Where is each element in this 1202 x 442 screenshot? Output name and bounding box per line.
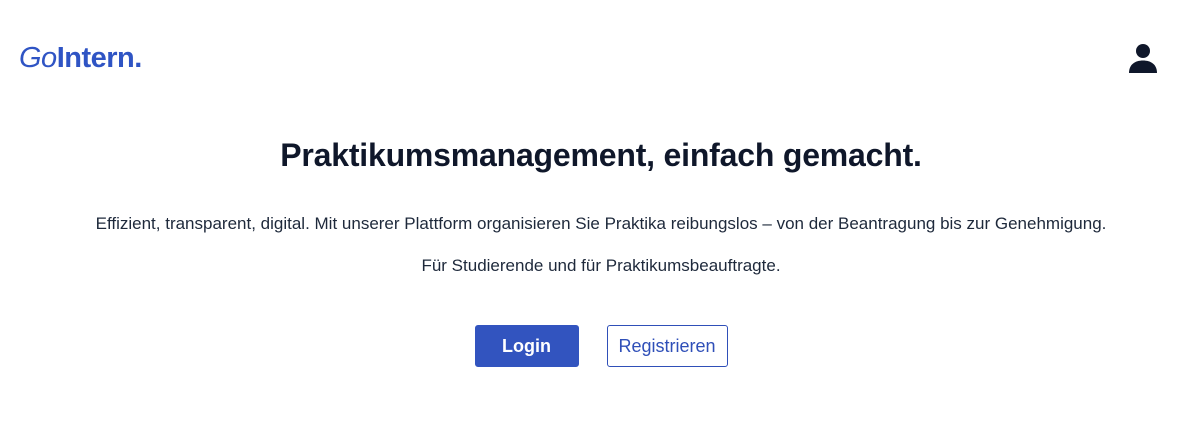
user-account-button[interactable] bbox=[1124, 40, 1162, 76]
top-bar: GoIntern. bbox=[0, 0, 1202, 118]
logo-main: Intern. bbox=[56, 42, 143, 74]
login-button[interactable]: Login bbox=[474, 325, 579, 367]
user-icon bbox=[1129, 44, 1157, 73]
auth-actions: Login Registrieren bbox=[0, 325, 1202, 367]
hero-description: Effizient, transparent, digital. Mit uns… bbox=[95, 214, 1107, 233]
page-title: Praktikumsmanagement, einfach gemacht. bbox=[280, 137, 922, 173]
logo-prefix: Go bbox=[19, 42, 57, 74]
hero-section: Praktikumsmanagement, einfach gemacht. E… bbox=[0, 132, 1202, 278]
brand-logo[interactable]: GoIntern. bbox=[19, 40, 142, 76]
landing-page: GoIntern. Praktikumsmanagement, einfach … bbox=[0, 0, 1202, 442]
hero-audience: Für Studierende und für Praktikumsbeauft… bbox=[421, 256, 781, 275]
register-button[interactable]: Registrieren bbox=[606, 325, 728, 367]
